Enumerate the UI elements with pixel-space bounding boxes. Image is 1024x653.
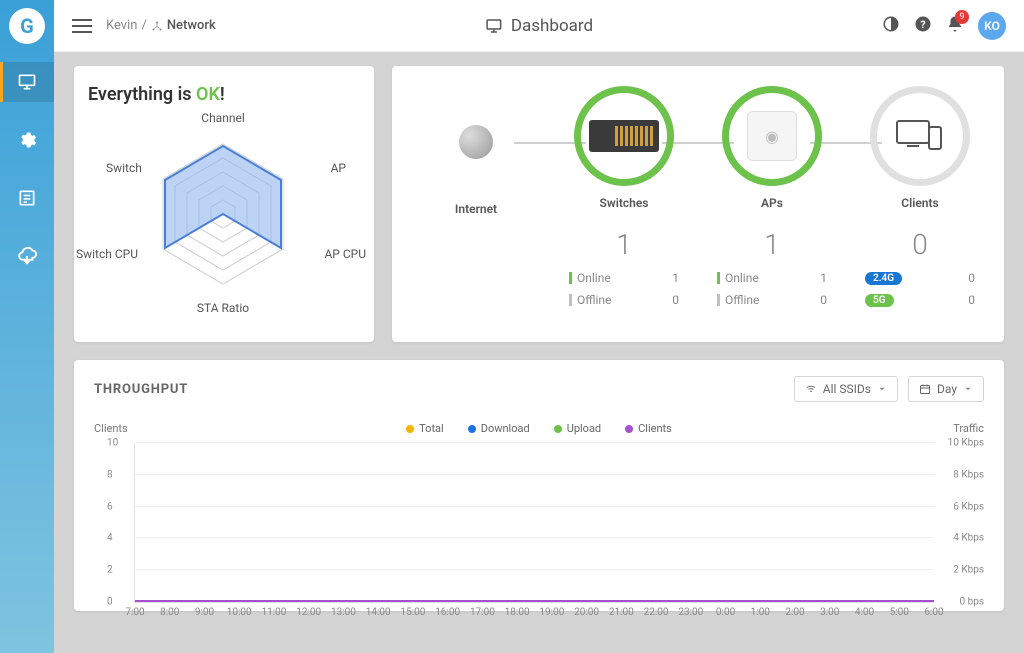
topo-internet[interactable]: Internet bbox=[402, 86, 550, 322]
ssid-selector[interactable]: All SSIDs bbox=[794, 376, 898, 402]
calendar-icon bbox=[919, 383, 931, 395]
ap-icon: ◉ bbox=[747, 111, 797, 161]
notifications-button[interactable]: 9 bbox=[946, 15, 964, 37]
nav-cloud[interactable] bbox=[0, 236, 54, 276]
radar-lbl-ap: AP bbox=[331, 161, 346, 175]
chevron-down-icon bbox=[877, 384, 887, 394]
right-axis-label: Traffic bbox=[953, 422, 984, 435]
monitor-icon bbox=[485, 17, 503, 35]
avatar[interactable]: KO bbox=[978, 12, 1006, 40]
switches-count: 1 bbox=[616, 228, 632, 261]
aps-count: 1 bbox=[764, 228, 780, 261]
menu-toggle[interactable] bbox=[72, 19, 92, 33]
help-button[interactable]: ? bbox=[914, 15, 932, 37]
left-axis-label: Clients bbox=[94, 422, 128, 435]
chevron-down-icon bbox=[963, 384, 973, 394]
breadcrumb[interactable]: Kevin / Network bbox=[106, 18, 216, 33]
contrast-icon bbox=[882, 15, 900, 33]
devices-icon bbox=[895, 117, 945, 155]
throughput-chart: 02468100 bps2 Kbps4 Kbps6 Kbps8 Kbps10 K… bbox=[134, 443, 934, 603]
topo-clients[interactable]: Clients 0 2.4G0 5G0 bbox=[846, 86, 994, 322]
theme-toggle[interactable] bbox=[882, 15, 900, 37]
radar-lbl-sta: STA Ratio bbox=[197, 301, 249, 315]
news-icon bbox=[17, 188, 37, 208]
notif-count: 9 bbox=[955, 10, 969, 24]
nav-dashboard[interactable] bbox=[0, 62, 54, 102]
throughput-title: THROUGHPUT bbox=[94, 382, 188, 397]
topbar: Kevin / Network Dashboard ? bbox=[54, 0, 1024, 52]
page-title-wrap: Dashboard bbox=[485, 16, 593, 36]
topology-card: Internet Switches 1 Online1 Offline0 bbox=[392, 66, 1004, 342]
clients-count: 0 bbox=[912, 228, 928, 261]
gear-icon bbox=[17, 130, 37, 150]
nav-reports[interactable] bbox=[0, 178, 54, 218]
globe-icon bbox=[459, 125, 493, 159]
radar-chart: Channel AP AP CPU STA Ratio Switch CPU S… bbox=[88, 109, 358, 319]
health-card: Everything is OK! bbox=[74, 66, 374, 342]
sidebar: G bbox=[0, 0, 54, 653]
svg-text:?: ? bbox=[920, 17, 925, 30]
chart-legend: Total Download Upload Clients bbox=[94, 422, 984, 435]
logo: G bbox=[9, 8, 45, 44]
period-selector[interactable]: Day bbox=[908, 376, 984, 402]
breadcrumb-network: Network bbox=[167, 18, 216, 33]
wifi-icon bbox=[805, 383, 817, 395]
radar-lbl-swcpu: Switch CPU bbox=[76, 247, 138, 261]
help-icon: ? bbox=[914, 15, 932, 33]
topo-aps[interactable]: ◉ APs 1 Online1 Offline0 bbox=[698, 86, 846, 322]
monitor-icon bbox=[17, 72, 37, 92]
page-title: Dashboard bbox=[511, 16, 593, 36]
radar-lbl-switch: Switch bbox=[106, 161, 142, 175]
topo-switches[interactable]: Switches 1 Online1 Offline0 bbox=[550, 86, 698, 322]
cloud-download-icon bbox=[16, 245, 38, 267]
nav-settings[interactable] bbox=[0, 120, 54, 160]
radar-lbl-apcpu: AP CPU bbox=[324, 247, 366, 261]
switch-icon bbox=[589, 120, 659, 152]
breadcrumb-user: Kevin bbox=[106, 18, 137, 33]
radar-lbl-channel: Channel bbox=[201, 111, 244, 125]
health-title: Everything is OK! bbox=[88, 84, 360, 105]
throughput-card: THROUGHPUT All SSIDs Day bbox=[74, 360, 1004, 611]
network-icon bbox=[151, 20, 163, 32]
